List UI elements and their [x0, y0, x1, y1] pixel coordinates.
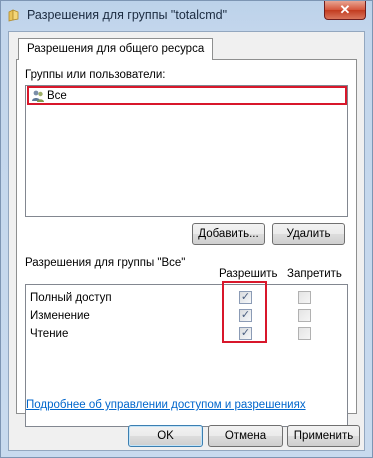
groups-label: Группы или пользователи: [25, 69, 166, 81]
folder-icon [8, 9, 19, 22]
permission-row-full-access: Полный доступ [30, 292, 112, 304]
window-title: Разрешения для группы "totalcmd" [27, 8, 228, 22]
allow-column-header: Разрешить [219, 268, 278, 280]
permission-row-change: Изменение [30, 310, 90, 322]
permissions-dialog: Разрешения для группы "totalcmd" ✕ Разре… [0, 0, 373, 458]
highlight-box-allow [222, 281, 267, 343]
help-link[interactable]: Подробнее об управлении доступом и разре… [26, 399, 306, 411]
close-button[interactable]: ✕ [324, 1, 366, 20]
tab-panel: Группы или пользователи: Все Добавить...… [16, 59, 357, 427]
apply-button[interactable]: Применить [287, 425, 360, 447]
highlight-box-group [27, 86, 347, 105]
tab-share-permissions[interactable]: Разрешения для общего ресурса [18, 38, 214, 60]
permissions-label: Разрешения для группы "Все" [25, 257, 186, 269]
deny-column-header: Запретить [287, 268, 342, 280]
title-bar[interactable]: Разрешения для группы "totalcmd" ✕ [1, 1, 372, 31]
ok-button[interactable]: OK [128, 425, 203, 447]
deny-full-access-checkbox[interactable] [298, 291, 311, 304]
remove-button[interactable]: Удалить [272, 223, 345, 245]
cancel-button[interactable]: Отмена [208, 425, 283, 447]
dialog-client-area: Разрешения для общего ресурса Группы или… [8, 31, 365, 451]
deny-change-checkbox[interactable] [298, 309, 311, 322]
add-button[interactable]: Добавить... [192, 223, 265, 245]
close-icon: ✕ [339, 2, 351, 17]
deny-read-checkbox[interactable] [298, 327, 311, 340]
permission-row-read: Чтение [30, 328, 69, 340]
